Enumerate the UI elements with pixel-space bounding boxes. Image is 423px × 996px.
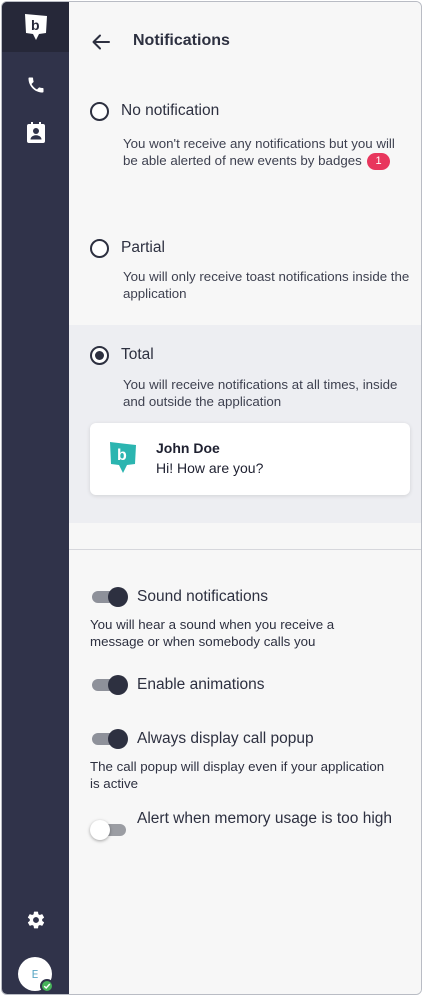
sidebar-item-contacts[interactable] — [2, 120, 69, 146]
option-label: Total — [121, 346, 154, 363]
option-total[interactable]: Total You will receive notifications at … — [69, 344, 421, 414]
preview-message: Hi! How are you? — [156, 460, 264, 476]
svg-text:b: b — [31, 17, 40, 33]
svg-text:b: b — [117, 447, 127, 464]
radio-partial[interactable] — [90, 239, 109, 258]
back-arrow-icon[interactable] — [90, 31, 112, 53]
online-status-badge — [40, 979, 54, 993]
app-logo[interactable]: b — [2, 2, 69, 52]
toggle-call-popup[interactable] — [90, 729, 128, 749]
phone-icon — [28, 77, 43, 93]
toggle-enable-animations[interactable] — [90, 675, 128, 695]
setting-label: Enable animations — [137, 676, 265, 693]
contact-book-icon — [26, 122, 45, 143]
user-avatar[interactable]: E — [18, 957, 54, 993]
toggle-knob — [90, 820, 110, 840]
page-title: Notifications — [133, 32, 230, 49]
toggle-knob — [108, 675, 128, 695]
option-label: No notification — [121, 102, 220, 119]
preview-sender-name: John Doe — [156, 440, 220, 456]
sidebar-item-calls[interactable] — [2, 72, 69, 98]
radio-total[interactable] — [90, 346, 109, 365]
option-partial[interactable]: Partial You will only receive toast noti… — [69, 237, 421, 307]
section-divider — [69, 549, 421, 550]
setting-label: Alert when memory usage is too high — [137, 810, 393, 827]
toggle-knob — [108, 587, 128, 607]
header: Notifications — [69, 24, 421, 60]
b-logo-icon: b — [110, 442, 136, 473]
badge-count: 1 — [367, 152, 390, 170]
sidebar-item-settings[interactable] — [2, 908, 69, 932]
notification-preview-card: b John Doe Hi! How are you? — [90, 423, 410, 495]
option-description: You won't receive any notifications but … — [123, 136, 395, 170]
avatar-initial: E — [31, 967, 39, 981]
setting-description: You will hear a sound when you receive a… — [90, 617, 335, 649]
notifications-panel: Notifications No notification You won't … — [69, 2, 421, 994]
app-window: b E Notifications No notification You wo… — [1, 1, 422, 995]
check-icon — [43, 983, 51, 990]
setting-description: The call popup will display even if your… — [90, 759, 385, 791]
b-logo-icon: b — [24, 14, 47, 40]
option-label: Partial — [121, 239, 165, 256]
option-description: You will receive notifications at all ti… — [123, 377, 398, 409]
toggle-knob — [108, 729, 128, 749]
option-no-notification[interactable]: No notification You won't receive any no… — [69, 100, 421, 200]
toggle-sound-notifications[interactable] — [90, 587, 128, 607]
sidebar: b E — [2, 2, 69, 994]
setting-label: Sound notifications — [137, 588, 268, 605]
radio-no-notification[interactable] — [90, 102, 109, 121]
setting-label: Always display call popup — [137, 730, 314, 747]
option-description: You will only receive toast notification… — [123, 269, 410, 301]
gear-icon — [27, 911, 44, 929]
toggle-memory-alert[interactable] — [90, 820, 128, 840]
